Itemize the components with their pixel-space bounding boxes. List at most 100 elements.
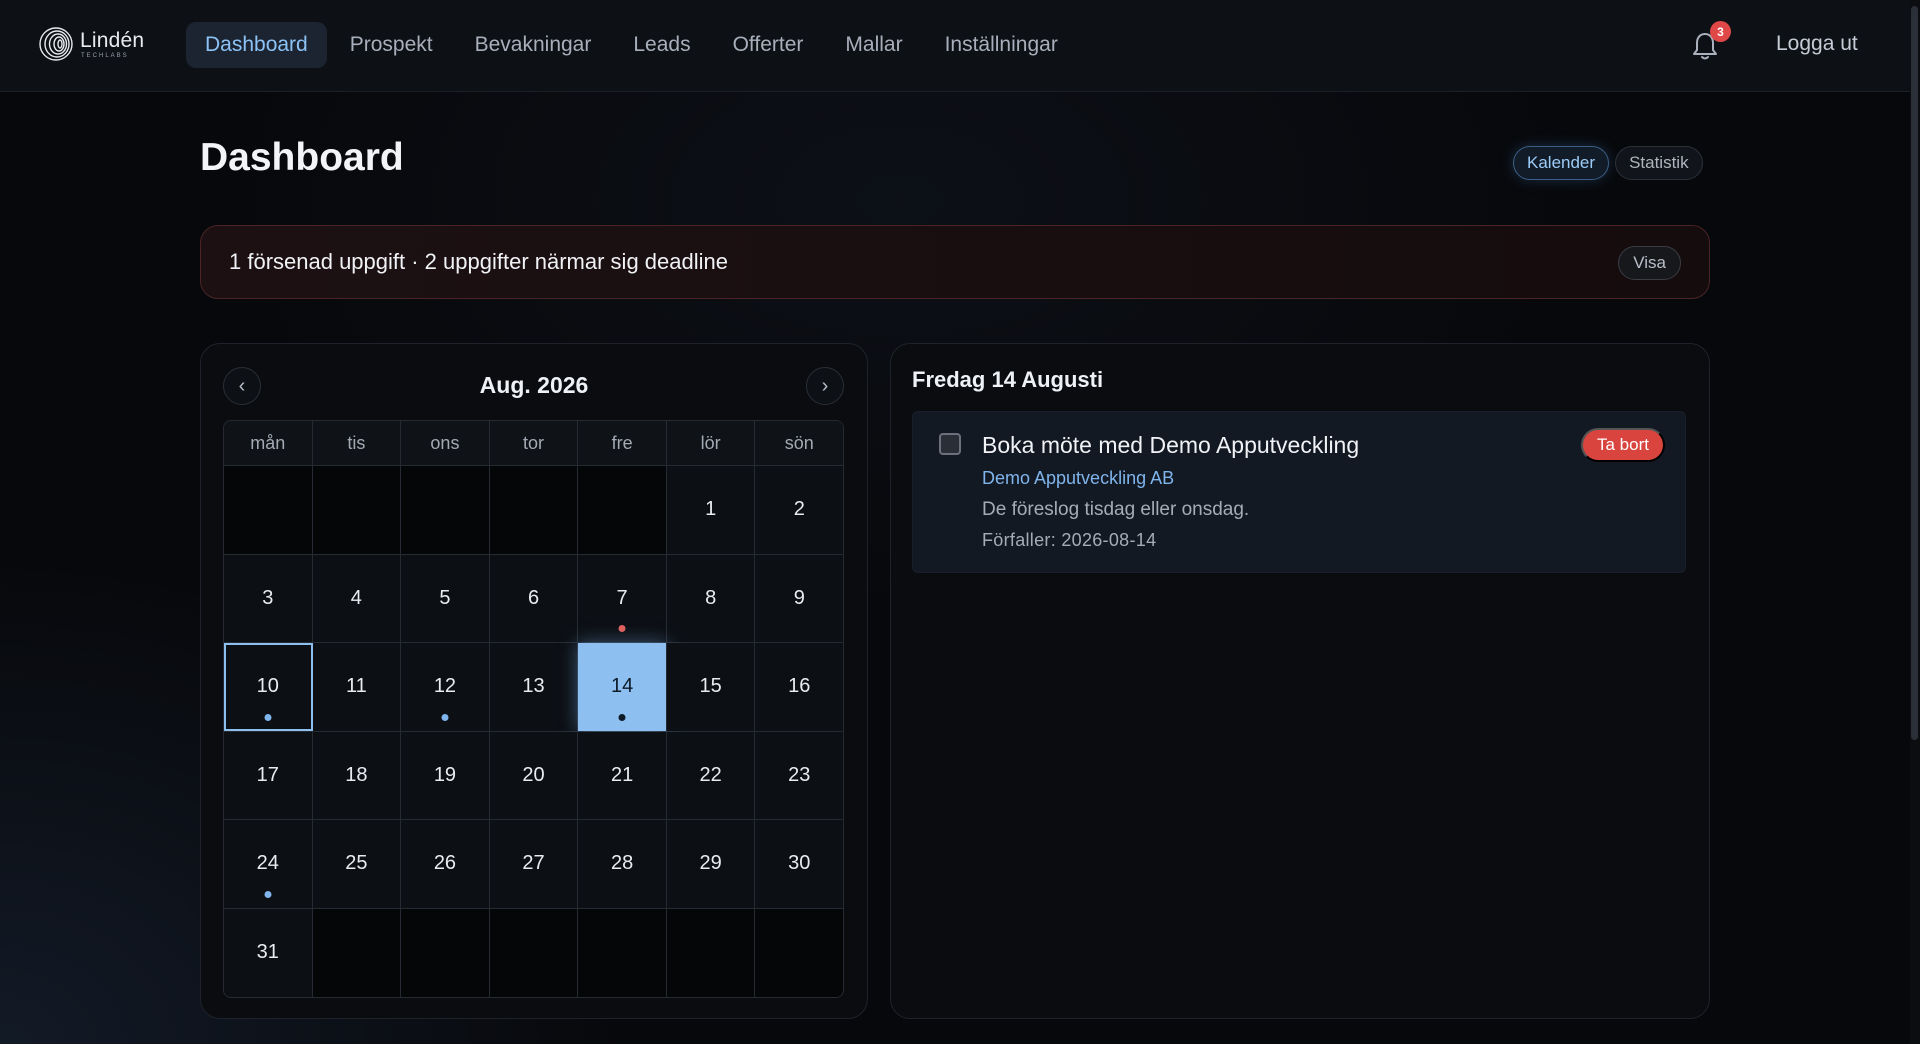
toggle-kalender[interactable]: Kalender — [1513, 146, 1610, 180]
calendar-day-number: 22 — [699, 763, 722, 786]
calendar-day-11[interactable]: 11 — [312, 643, 402, 731]
task-checkbox[interactable] — [939, 433, 961, 455]
calendar-day-4[interactable]: 4 — [312, 554, 402, 642]
calendar-day-17[interactable]: 17 — [224, 731, 313, 819]
calendar-day-number: 7 — [616, 586, 628, 609]
calendar-body: 1 2 3 4 5 6 7 8 9 10 11 12 13 14 15 16 17 18 19 20 21 22 23 24 2… — [224, 466, 843, 997]
calendar-day-20[interactable]: 20 — [489, 731, 579, 819]
calendar-empty-cell — [578, 908, 667, 997]
calendar-day-9[interactable]: 9 — [755, 554, 843, 642]
calendar-day-number: 27 — [522, 852, 545, 875]
weekday-label: ons — [401, 421, 490, 465]
calendar-day-number: 10 — [256, 675, 279, 698]
calendar-day-28[interactable]: 28 — [578, 820, 667, 908]
calendar-day-number: 12 — [433, 675, 457, 698]
weekday-label: sön — [784, 432, 814, 453]
calendar-day-number: 20 — [522, 763, 545, 786]
calendar-empty-cell — [666, 908, 756, 997]
scrollbar-thumb[interactable] — [1911, 6, 1918, 740]
calendar-day-1[interactable]: 1 — [666, 466, 756, 554]
nav-item-installningar[interactable]: Inställningar — [926, 22, 1077, 68]
event-marker-dot — [618, 713, 626, 721]
calendar-day-24[interactable]: 24 — [224, 820, 313, 908]
calendar-day-15[interactable]: 15 — [666, 643, 756, 731]
calendar-empty-cell — [312, 908, 402, 997]
calendar-day-number: 31 — [256, 941, 279, 964]
calendar-day-23[interactable]: 23 — [755, 731, 843, 819]
calendar-day-26[interactable]: 26 — [401, 820, 490, 908]
alert-text: 1 försenad uppgift · 2 uppgifter närmar … — [229, 249, 728, 274]
deadline-alert: 1 försenad uppgift · 2 uppgifter närmar … — [200, 225, 1710, 299]
calendar-day-21[interactable]: 21 — [578, 731, 667, 819]
calendar-day-12[interactable]: 12 — [401, 643, 490, 731]
calendar-day-7[interactable]: 7 — [578, 554, 667, 642]
weekday-label: tor — [490, 421, 579, 465]
calendar-empty-cell — [312, 466, 402, 554]
calendar-day-27[interactable]: 27 — [489, 820, 579, 908]
calendar-day-19[interactable]: 19 — [401, 731, 490, 819]
task-due-date: Förfaller: 2026-08-14 — [982, 530, 1157, 550]
logo[interactable]: Lindén TECHLABS — [38, 26, 144, 62]
calendar-day-25[interactable]: 25 — [312, 820, 402, 908]
nav-item-bevakningar[interactable]: Bevakningar — [456, 22, 611, 68]
calendar-day-number: 11 — [345, 675, 367, 698]
calendar-empty-cell — [755, 908, 843, 997]
task-title: Boka möte med Demo Apputveckling — [982, 432, 1360, 458]
nav-item-dashboard[interactable]: Dashboard — [186, 22, 327, 68]
calendar-day-6[interactable]: 6 — [489, 554, 579, 642]
weekday-label: lör — [667, 421, 756, 465]
nav-item-prospekt[interactable]: Prospekt — [331, 22, 452, 68]
calendar-day-29[interactable]: 29 — [666, 820, 756, 908]
task-description: De föreslog tisdag eller onsdag. — [982, 499, 1250, 520]
calendar-day-number: 23 — [788, 763, 811, 786]
nav-item-leads[interactable]: Leads — [614, 22, 709, 68]
weekday-label: fre — [578, 421, 667, 465]
nav-item-offerter[interactable]: Offerter — [714, 22, 823, 68]
calendar-empty-cell — [489, 466, 579, 554]
calendar-day-number: 28 — [610, 852, 634, 875]
calendar-day-number: 6 — [527, 586, 540, 609]
calendar-day-number: 5 — [439, 586, 451, 609]
calendar-week-row: 10 11 12 13 14 15 16 — [224, 643, 843, 732]
calendar-day-number: 13 — [522, 675, 545, 698]
calendar-empty-cell — [224, 466, 313, 554]
calendar-day-number: 30 — [788, 852, 811, 875]
calendar-week-row: 12 — [224, 466, 843, 555]
calendar-day-number: 29 — [699, 852, 722, 875]
event-marker-dot — [264, 890, 272, 898]
calendar-day-30[interactable]: 30 — [755, 820, 843, 908]
weekday-label: tis — [313, 421, 402, 465]
calendar-day-2[interactable]: 2 — [755, 466, 843, 554]
calendar-day-number: 3 — [262, 586, 274, 609]
calendar-empty-cell — [401, 466, 490, 554]
calendar-day-8[interactable]: 8 — [666, 554, 756, 642]
calendar-empty-cell — [578, 466, 667, 554]
calendar-month-label: Aug. 2026 — [479, 372, 589, 398]
calendar-day-31[interactable]: 31 — [224, 908, 313, 997]
calendar-day-14[interactable]: 14 — [578, 643, 667, 731]
logo-name: Lindén — [80, 28, 145, 52]
logout-link[interactable]: Logga ut — [1776, 32, 1858, 56]
calendar-empty-cell — [401, 908, 490, 997]
calendar-empty-cell — [489, 908, 579, 997]
nav-item-mallar[interactable]: Mallar — [826, 22, 921, 68]
calendar-day-22[interactable]: 22 — [666, 731, 756, 819]
calendar-day-16[interactable]: 16 — [755, 643, 843, 731]
calendar-day-3[interactable]: 3 — [224, 554, 313, 642]
calendar-day-number: 25 — [345, 852, 368, 875]
alert-show-button[interactable]: Visa — [1618, 246, 1681, 280]
calendar-next-button[interactable]: › — [806, 367, 844, 405]
calendar-weekday-header: mån tis ons tor fre lör sön — [224, 421, 843, 466]
toggle-statistik[interactable]: Statistik — [1615, 146, 1703, 180]
calendar-day-number: 9 — [793, 586, 805, 609]
event-marker-dot — [441, 713, 449, 721]
calendar-day-13[interactable]: 13 — [489, 643, 579, 731]
calendar-day-10[interactable]: 10 — [224, 643, 313, 731]
task-company-link[interactable]: Demo Apputveckling AB — [982, 468, 1174, 489]
calendar-prev-button[interactable]: ‹ — [223, 367, 261, 405]
calendar-day-number: 16 — [788, 675, 811, 698]
task-delete-button[interactable]: Ta bort — [1581, 428, 1665, 462]
calendar-day-5[interactable]: 5 — [401, 554, 490, 642]
calendar-day-18[interactable]: 18 — [312, 731, 402, 819]
calendar-day-number: 24 — [256, 852, 279, 875]
